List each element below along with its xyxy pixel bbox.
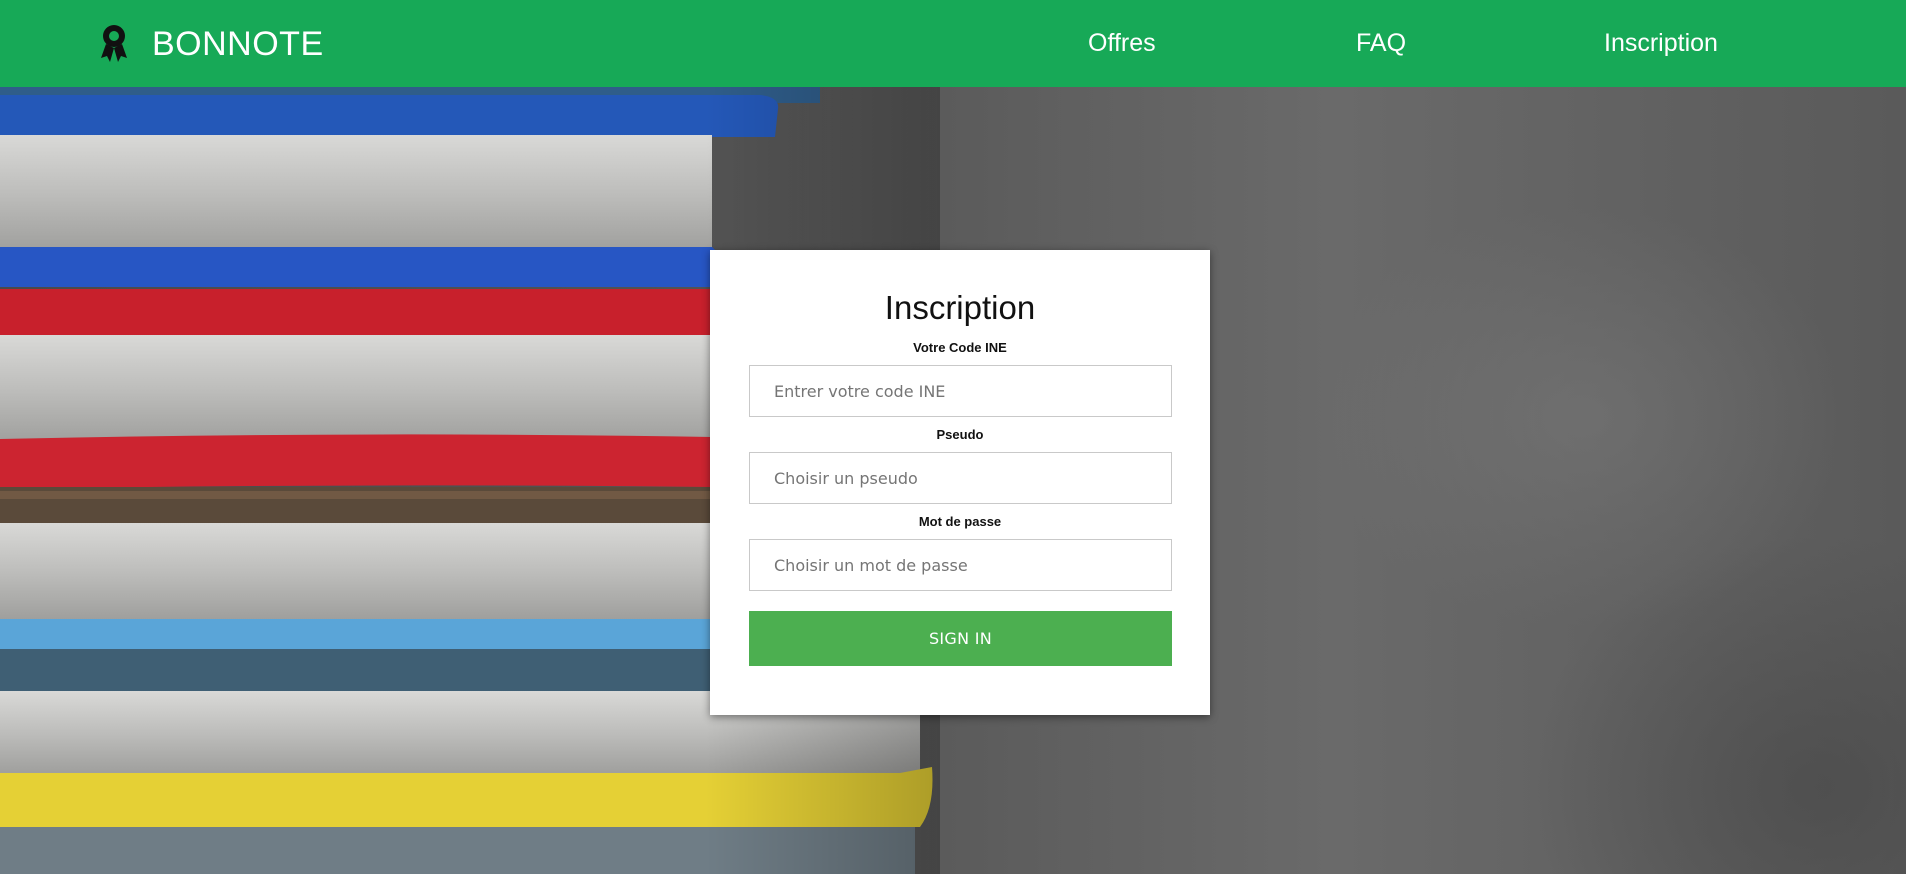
pseudo-input[interactable] xyxy=(749,452,1172,504)
form-title: Inscription xyxy=(884,289,1036,326)
nav-link-offres[interactable]: Offres xyxy=(1088,27,1156,59)
nav-link-faq[interactable]: FAQ xyxy=(1356,27,1406,59)
signup-form-card: Inscription Votre Code INE Pseudo Mot de… xyxy=(710,250,1210,715)
brand-name: BONNOTE xyxy=(152,25,324,63)
page: BONNOTE Offres FAQ Inscription Inscripti… xyxy=(0,0,1906,874)
password-label: Mot de passe xyxy=(918,514,1002,529)
password-input[interactable] xyxy=(749,539,1172,591)
nav-link-inscription[interactable]: Inscription xyxy=(1604,27,1718,59)
award-ribbon-icon xyxy=(101,25,127,62)
ine-code-input[interactable] xyxy=(749,365,1172,417)
sign-in-button[interactable]: SIGN IN xyxy=(749,611,1172,666)
pseudo-label: Pseudo xyxy=(936,427,984,442)
top-navbar: BONNOTE Offres FAQ Inscription xyxy=(0,0,1906,87)
brand-logo-link[interactable]: BONNOTE xyxy=(98,22,324,66)
ine-code-label: Votre Code INE xyxy=(913,340,1007,355)
